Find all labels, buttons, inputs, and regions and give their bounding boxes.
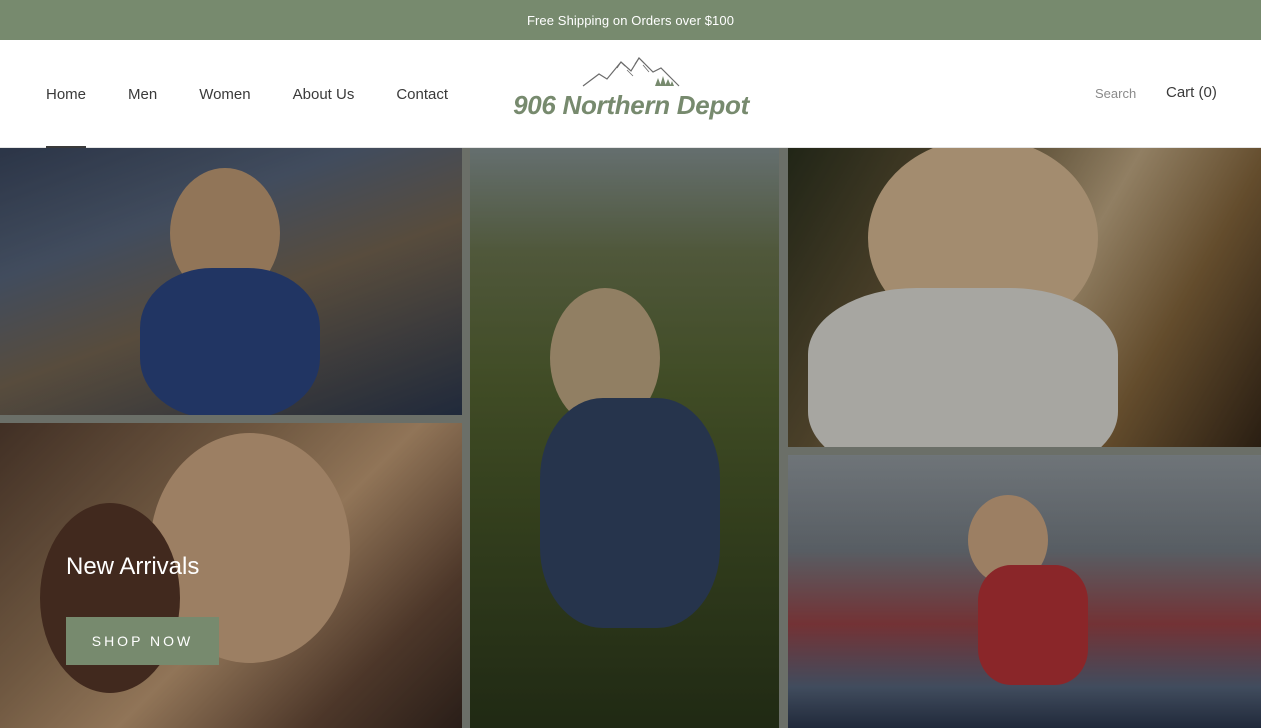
nav-item-about-us[interactable]: About Us: [293, 40, 355, 148]
logo-text: 906 Northern Depot: [513, 90, 749, 120]
site-header: Home Men Women About Us Contact 906 Nort…: [0, 40, 1261, 148]
nav-item-men[interactable]: Men: [128, 40, 157, 148]
site-logo[interactable]: 906 Northern Depot: [510, 52, 752, 136]
hero-photo-woman-ride: [788, 455, 1261, 728]
hero-title: New Arrivals: [66, 553, 200, 580]
hero-banner[interactable]: New Arrivals SHOP NOW: [0, 148, 1261, 728]
search-link[interactable]: Search: [1095, 86, 1136, 101]
announcement-bar: Free Shipping on Orders over $100: [0, 0, 1261, 40]
nav-item-home[interactable]: Home: [46, 40, 87, 148]
hero-photo-woman-field: [470, 148, 779, 728]
shop-now-button[interactable]: SHOP NOW: [66, 617, 219, 665]
nav-item-contact[interactable]: Contact: [396, 40, 448, 148]
nav-item-women[interactable]: Women: [199, 40, 250, 148]
hero-photo-man-sunglasses: [788, 148, 1261, 447]
cart-link[interactable]: Cart (0): [1166, 84, 1217, 101]
announcement-text: Free Shipping on Orders over $100: [526, 12, 735, 28]
hero-photo-woman-carnival: [0, 148, 462, 415]
main-nav: Home Men Women About Us Contact: [46, 40, 490, 148]
mountains-icon: [582, 57, 680, 87]
